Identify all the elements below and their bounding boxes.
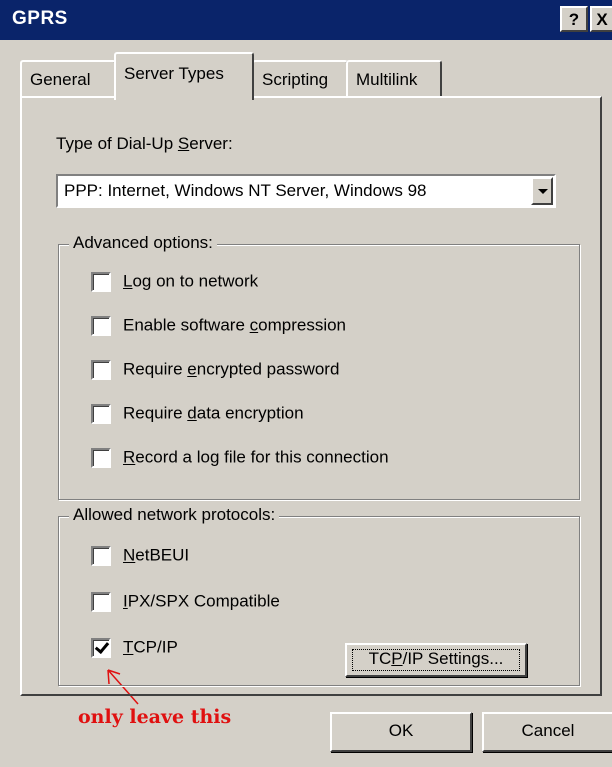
log-on-to-network-option[interactable]: Log on to network: [91, 271, 258, 295]
ipx-spx-checkbox[interactable]: [91, 591, 111, 612]
server-type-dropdown[interactable]: PPP: Internet, Windows NT Server, Window…: [56, 174, 556, 208]
annotation-text: only leave this: [78, 706, 232, 728]
software-compression-checkbox[interactable]: [91, 315, 111, 336]
tab-general[interactable]: General: [20, 60, 116, 98]
tab-label: Multilink: [356, 70, 418, 89]
encrypted-password-option[interactable]: Require encrypted password: [91, 359, 339, 383]
server-types-panel: Type of Dial-Up Server: PPP: Internet, W…: [20, 96, 602, 696]
data-encryption-option[interactable]: Require data encryption: [91, 403, 304, 427]
advanced-options-legend: Advanced options:: [69, 233, 217, 253]
encrypted-password-checkbox[interactable]: [91, 359, 111, 380]
close-button[interactable]: X: [590, 6, 612, 32]
ipx-spx-option[interactable]: IPX/SPX Compatible: [91, 591, 280, 615]
tcpip-option[interactable]: TCP/IP: [91, 637, 178, 661]
tab-label: General: [30, 70, 91, 89]
network-protocols-group: Allowed network protocols: NetBEUI IPX/S…: [58, 505, 580, 686]
netbeui-checkbox[interactable]: [91, 545, 111, 566]
dropdown-arrow-icon[interactable]: [531, 177, 553, 205]
tcpip-checkbox[interactable]: [91, 637, 111, 658]
tab-label: Server Types: [124, 64, 224, 83]
title-bar: GPRS ? X: [0, 0, 612, 40]
tab-label: Scripting: [262, 70, 329, 89]
server-type-label: Type of Dial-Up Server:: [56, 134, 233, 153]
software-compression-option[interactable]: Enable software compression: [91, 315, 346, 339]
cancel-button[interactable]: Cancel: [482, 712, 612, 752]
tcpip-settings-button[interactable]: TCP/IP Settings...: [345, 643, 527, 677]
advanced-options-group: Advanced options: Log on to network Enab…: [58, 233, 580, 500]
tab-multilink[interactable]: Multilink: [346, 60, 442, 98]
record-log-option[interactable]: Record a log file for this connection: [91, 447, 389, 471]
log-on-checkbox[interactable]: [91, 271, 111, 292]
server-type-value: PPP: Internet, Windows NT Server, Window…: [64, 181, 427, 200]
ok-button[interactable]: OK: [330, 712, 472, 752]
record-log-checkbox[interactable]: [91, 447, 111, 468]
tab-scripting[interactable]: Scripting: [252, 60, 348, 98]
netbeui-option[interactable]: NetBEUI: [91, 545, 189, 569]
network-protocols-legend: Allowed network protocols:: [69, 505, 280, 525]
help-button[interactable]: ?: [560, 6, 588, 32]
tab-server-types[interactable]: Server Types: [114, 52, 254, 100]
data-encryption-checkbox[interactable]: [91, 403, 111, 424]
window-title: GPRS: [12, 8, 68, 29]
